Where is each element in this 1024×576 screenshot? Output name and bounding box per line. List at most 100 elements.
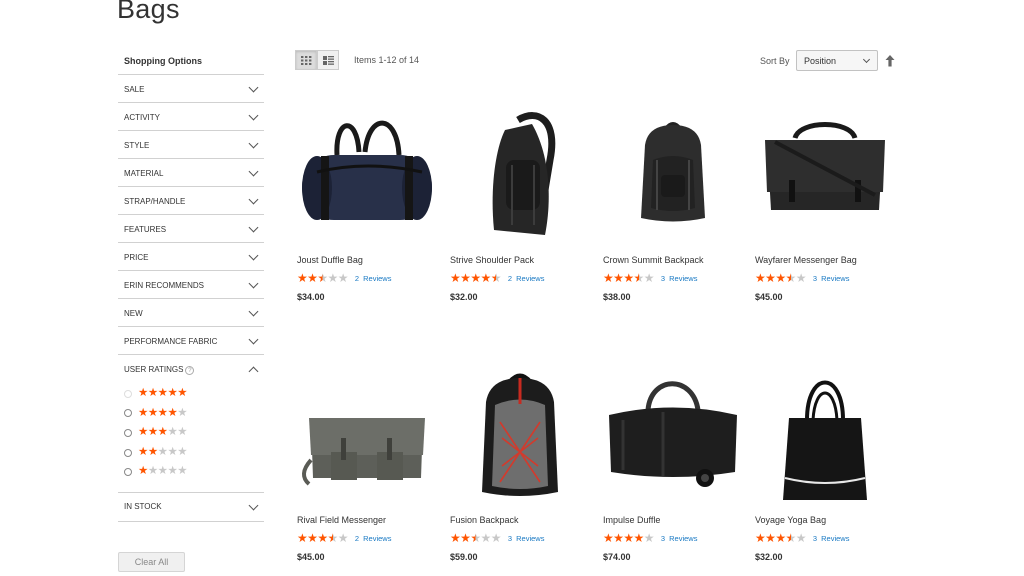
product-rating: ★★★★★ 2 Reviews (297, 272, 437, 284)
product-rating: ★★★★★ 3 Reviews (755, 532, 895, 544)
star-rating-icon: ★★★★★ (450, 271, 501, 285)
product-card[interactable]: Wayfarer Messenger Bag ★★★★★ 3 Reviews $45.… (755, 100, 895, 302)
chevron-down-icon (248, 82, 259, 93)
product-card[interactable]: Crown Summit Backpack ★★★★★ 3 Reviews $38.0… (603, 100, 743, 302)
product-image[interactable] (603, 360, 743, 510)
product-card[interactable]: Impulse Duffle ★★★★★ 3 Reviews $74.00 (603, 360, 743, 562)
filter-sale[interactable]: SALE (118, 75, 264, 103)
reviews-link[interactable]: 3 Reviews (508, 534, 545, 543)
star-rating-icon: ★★★★★ (603, 271, 654, 285)
chevron-down-icon (248, 500, 259, 511)
toolbar: Items 1-12 of 14 Sort By Position (295, 50, 895, 72)
filter-strap-handle[interactable]: STRAP/HANDLE (118, 187, 264, 215)
product-card[interactable]: Voyage Yoga Bag ★★★★★ 3 Reviews $32.00 (755, 360, 895, 562)
reviews-link[interactable]: 3 Reviews (813, 534, 850, 543)
product-name[interactable]: Fusion Backpack (450, 515, 590, 525)
chevron-down-icon (248, 194, 259, 205)
clear-all-button[interactable]: Clear All (118, 552, 185, 572)
reviews-link[interactable]: 2 Reviews (508, 274, 545, 283)
product-price: $45.00 (755, 292, 783, 302)
star-rating-icon: ★★★★★ (755, 271, 806, 285)
rating-radio[interactable] (124, 468, 132, 477)
rating-option-5[interactable]: ★★★★★ (124, 384, 258, 404)
rating-option-2[interactable]: ★★★★★ (124, 443, 258, 463)
arrow-up-icon[interactable] (884, 54, 896, 68)
product-rating: ★★★★★ 2 Reviews (297, 532, 437, 544)
product-image[interactable] (450, 100, 590, 250)
filter-user-ratings[interactable]: USER RATINGS? (118, 355, 264, 382)
rating-option-1[interactable]: ★★★★★ (124, 462, 258, 482)
reviews-link[interactable]: 2 Reviews (355, 274, 392, 283)
product-rating: ★★★★★ 3 Reviews (755, 272, 895, 284)
filter-activity[interactable]: ACTIVITY (118, 103, 264, 131)
reviews-link[interactable]: 3 Reviews (661, 534, 698, 543)
rating-radio[interactable] (124, 448, 132, 457)
product-price: $45.00 (297, 552, 325, 562)
product-rating: ★★★★★ 3 Reviews (450, 532, 590, 544)
star-rating-icon: ★★★★★ (297, 531, 348, 545)
star-rating-icon: ★★★★★ (138, 406, 188, 419)
product-name[interactable]: Joust Duffle Bag (297, 255, 437, 265)
filter-in-stock[interactable]: IN STOCK (118, 493, 264, 522)
grid-view-button[interactable] (295, 50, 317, 70)
filter-label: USER RATINGS (124, 365, 184, 374)
product-image[interactable] (755, 100, 895, 250)
rating-radio[interactable] (124, 389, 132, 398)
reviews-link[interactable]: 3 Reviews (813, 274, 850, 283)
filter-erin-recommends[interactable]: ERIN RECOMMENDS (118, 271, 264, 299)
reviews-link[interactable]: 3 Reviews (661, 274, 698, 283)
rating-option-4[interactable]: ★★★★★ (124, 404, 258, 424)
star-rating-icon: ★★★★★ (755, 531, 806, 545)
grid-view-icon (301, 56, 312, 65)
product-name[interactable]: Crown Summit Backpack (603, 255, 743, 265)
rating-option-3[interactable]: ★★★★★ (124, 423, 258, 443)
page-title: Bags (117, 0, 180, 24)
product-name[interactable]: Strive Shoulder Pack (450, 255, 590, 265)
star-rating-icon: ★★★★★ (138, 465, 188, 478)
product-card[interactable]: Strive Shoulder Pack ★★★★★ 2 Reviews $32.00 (450, 100, 590, 302)
product-rating: ★★★★★ 3 Reviews (603, 272, 743, 284)
filter-label: ACTIVITY (124, 113, 161, 122)
product-image[interactable] (755, 360, 895, 510)
rating-radio[interactable] (124, 409, 132, 418)
rating-radio[interactable] (124, 428, 132, 437)
filter-label: SALE (124, 85, 145, 94)
product-image[interactable] (603, 100, 743, 250)
product-name[interactable]: Voyage Yoga Bag (755, 515, 895, 525)
product-card[interactable]: Joust Duffle Bag ★★★★★ 2 Reviews $34.00 (297, 100, 437, 302)
product-card[interactable]: Fusion Backpack ★★★★★ 3 Reviews $59.00 (450, 360, 590, 562)
product-rating: ★★★★★ 3 Reviews (603, 532, 743, 544)
product-image[interactable] (297, 100, 437, 250)
filter-new[interactable]: NEW (118, 299, 264, 327)
filter-price[interactable]: PRICE (118, 243, 264, 271)
chevron-down-icon (248, 166, 259, 177)
product-price: $34.00 (297, 292, 325, 302)
product-name[interactable]: Rival Field Messenger (297, 515, 437, 525)
filter-style[interactable]: STYLE (118, 131, 264, 159)
filter-label: PRICE (124, 253, 149, 262)
star-rating-icon: ★★★★★ (138, 426, 188, 439)
filter-performance-fabric[interactable]: PERFORMANCE FABRIC (118, 327, 264, 355)
star-rating-icon: ★★★★★ (603, 531, 654, 545)
filter-label: ERIN RECOMMENDS (124, 281, 205, 290)
product-card[interactable]: Rival Field Messenger ★★★★★ 2 Reviews $45.0… (297, 360, 437, 562)
sort-by-value: Position (804, 56, 837, 66)
chevron-up-icon (248, 366, 259, 377)
question-circle-icon[interactable]: ? (185, 366, 195, 375)
product-price: $32.00 (755, 552, 783, 562)
filter-material[interactable]: MATERIAL (118, 159, 264, 187)
items-count: Items 1-12 of 14 (354, 55, 420, 65)
list-view-button[interactable] (317, 50, 339, 70)
reviews-link[interactable]: 2 Reviews (355, 534, 392, 543)
filter-label: STYLE (124, 141, 150, 150)
chevron-down-icon (248, 278, 259, 289)
product-name[interactable]: Impulse Duffle (603, 515, 743, 525)
filter-features[interactable]: FEATURES (118, 215, 264, 243)
product-name[interactable]: Wayfarer Messenger Bag (755, 255, 895, 265)
star-rating-icon: ★★★★★ (138, 387, 188, 400)
product-image[interactable] (450, 360, 590, 510)
filter-label: PERFORMANCE FABRIC (124, 337, 218, 346)
chevron-down-icon (862, 55, 871, 64)
product-image[interactable] (297, 360, 437, 510)
sort-by-select[interactable]: Position (796, 50, 878, 71)
